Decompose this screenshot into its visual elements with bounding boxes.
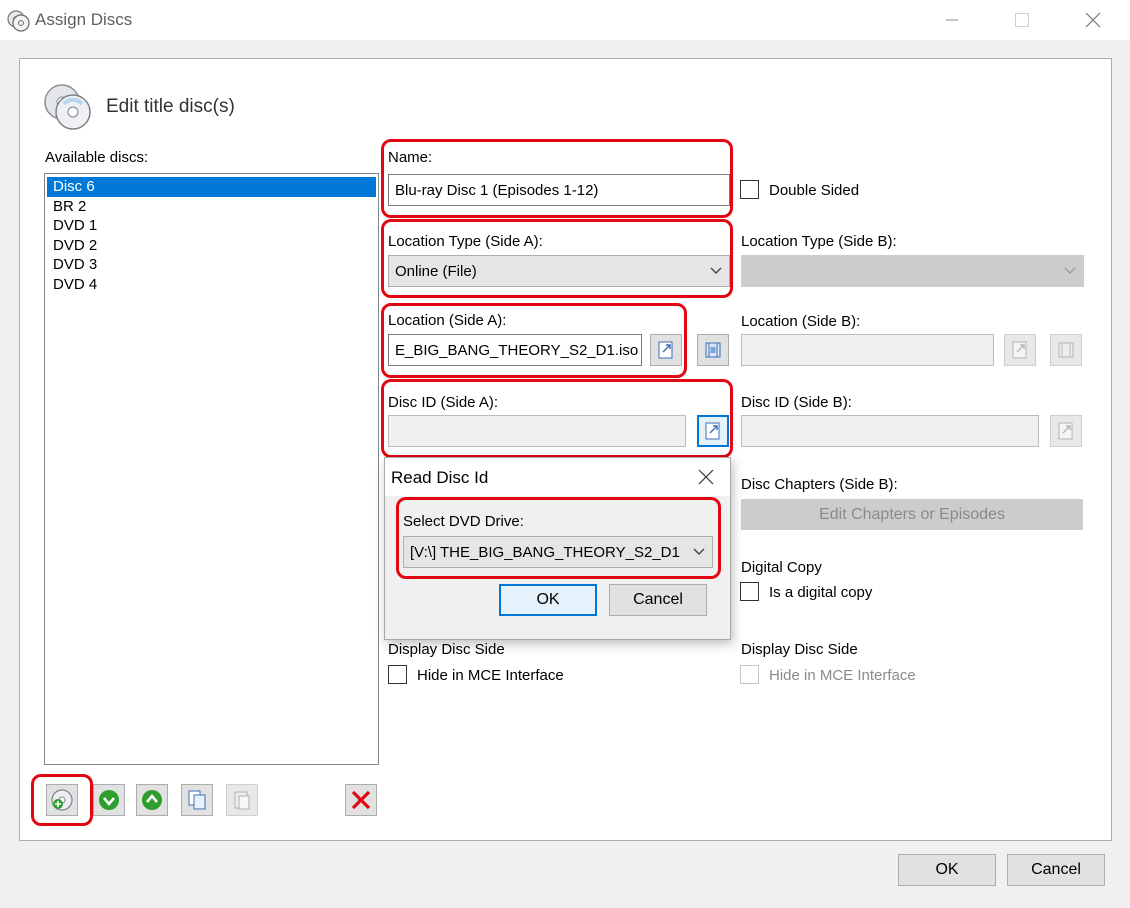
browse-file-icon <box>658 341 673 359</box>
location-type-b-label: Location Type (Side B): <box>741 233 897 250</box>
popup-close-button[interactable] <box>691 464 721 490</box>
double-sided-label: Double Sided <box>769 182 860 199</box>
drive-label: Select DVD Drive: <box>403 513 524 530</box>
disc-id-a-input[interactable] <box>388 415 686 447</box>
header-title: Edit title disc(s) <box>106 96 235 117</box>
chevron-down-icon <box>693 548 705 555</box>
browse-file-icon <box>1012 341 1027 359</box>
arrow-up-icon <box>142 790 162 810</box>
popup-cancel-button[interactable]: Cancel <box>609 584 707 616</box>
list-item[interactable]: DVD 4 <box>47 275 376 295</box>
maximize-icon <box>1015 13 1029 27</box>
minimize-icon <box>946 19 958 21</box>
scan-location-b-button[interactable] <box>1050 334 1082 366</box>
read-disc-id-dialog: Read Disc Id Select DVD Drive: [V:\] THE… <box>384 457 731 640</box>
paste-button[interactable] <box>226 784 258 816</box>
minimize-button[interactable] <box>929 0 975 40</box>
name-input[interactable]: Blu-ray Disc 1 (Episodes 1-12) <box>388 174 730 206</box>
close-button[interactable] <box>1070 0 1116 40</box>
discs-header-icon <box>44 84 91 130</box>
browse-location-a-button[interactable] <box>650 334 682 366</box>
available-discs-list[interactable]: Disc 6 BR 2 DVD 1 DVD 2 DVD 3 DVD 4 <box>44 173 379 765</box>
move-up-button[interactable] <box>136 784 168 816</box>
film-icon <box>1058 342 1074 358</box>
scan-location-a-button[interactable] <box>697 334 729 366</box>
move-down-button[interactable] <box>93 784 125 816</box>
add-disc-icon <box>51 789 73 811</box>
location-type-b-select[interactable] <box>741 255 1084 287</box>
window-title: Assign Discs <box>35 10 133 29</box>
paste-icon <box>234 791 250 810</box>
add-disc-button[interactable] <box>46 784 78 816</box>
display-side-a-label: Display Disc Side <box>388 641 505 658</box>
available-discs-label: Available discs: <box>45 149 149 166</box>
read-disc-icon <box>1058 422 1073 440</box>
chevron-down-icon <box>710 267 722 274</box>
read-disc-icon <box>705 422 720 440</box>
disc-id-b-input[interactable] <box>741 415 1039 447</box>
copy-icon <box>188 790 206 810</box>
location-type-a-value: Online (File) <box>395 262 477 280</box>
hide-mce-b-label: Hide in MCE Interface <box>769 667 916 684</box>
location-b-input[interactable] <box>741 334 994 366</box>
read-disc-id-b-button[interactable] <box>1050 415 1082 447</box>
list-item[interactable]: DVD 2 <box>47 236 376 256</box>
location-b-label: Location (Side B): <box>741 313 861 330</box>
double-sided-checkbox[interactable] <box>740 180 759 199</box>
edit-chapters-button[interactable]: Edit Chapters or Episodes <box>741 499 1083 530</box>
close-icon <box>698 469 714 485</box>
browse-location-b-button[interactable] <box>1004 334 1036 366</box>
disc-id-b-label: Disc ID (Side B): <box>741 394 852 411</box>
hide-mce-a-checkbox[interactable] <box>388 665 407 684</box>
arrow-down-icon <box>99 790 119 810</box>
disc-chapters-b-label: Disc Chapters (Side B): <box>741 476 898 493</box>
popup-title: Read Disc Id <box>391 468 489 487</box>
hide-mce-a-label: Hide in MCE Interface <box>417 667 564 684</box>
display-side-b-label: Display Disc Side <box>741 641 858 658</box>
is-digital-copy-label: Is a digital copy <box>769 584 873 601</box>
ok-button[interactable]: OK <box>898 854 996 886</box>
popup-ok-button[interactable]: OK <box>499 584 597 616</box>
location-type-a-select[interactable]: Online (File) <box>388 255 730 287</box>
list-item[interactable]: Disc 6 <box>47 177 376 197</box>
delete-disc-button[interactable] <box>345 784 377 816</box>
location-type-a-label: Location Type (Side A): <box>388 233 543 250</box>
is-digital-copy-checkbox[interactable] <box>740 582 759 601</box>
digital-copy-label: Digital Copy <box>741 559 822 576</box>
copy-button[interactable] <box>181 784 213 816</box>
delete-x-icon <box>351 790 371 810</box>
close-icon <box>1085 12 1101 28</box>
name-label: Name: <box>388 149 433 166</box>
read-disc-id-a-button[interactable] <box>697 415 729 447</box>
list-item[interactable]: BR 2 <box>47 197 376 217</box>
cancel-button[interactable]: Cancel <box>1007 854 1105 886</box>
drive-value: [V:\] THE_BIG_BANG_THEORY_S2_D1 <box>410 543 680 561</box>
list-item[interactable]: DVD 1 <box>47 216 376 236</box>
location-a-label: Location (Side A): <box>388 312 507 329</box>
location-a-input[interactable]: E_BIG_BANG_THEORY_S2_D1.iso <box>388 334 642 366</box>
drive-select[interactable]: [V:\] THE_BIG_BANG_THEORY_S2_D1 <box>403 536 713 568</box>
disc-id-a-label: Disc ID (Side A): <box>388 394 499 411</box>
film-icon <box>705 342 721 358</box>
list-item[interactable]: DVD 3 <box>47 255 376 275</box>
maximize-button[interactable] <box>999 0 1045 40</box>
chevron-down-icon <box>1064 267 1076 274</box>
app-disc-icon <box>7 10 30 32</box>
hide-mce-b-checkbox[interactable] <box>740 665 759 684</box>
